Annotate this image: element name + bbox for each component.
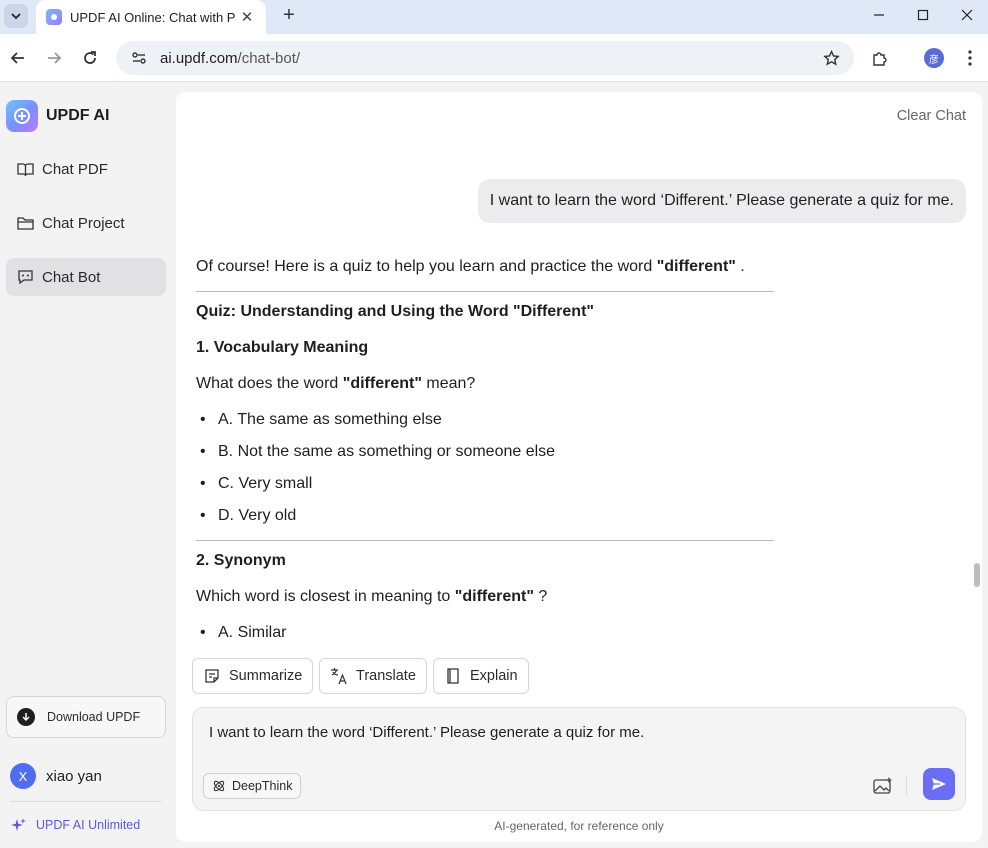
summarize-icon bbox=[203, 667, 221, 685]
browser-tab-bar: UPDF AI Online: Chat with PDF ✕ + bbox=[0, 0, 988, 34]
tab-search-button[interactable] bbox=[4, 4, 28, 28]
disclaimer-text: AI-generated, for reference only bbox=[494, 819, 664, 833]
question-1-heading: 1. Vocabulary Meaning bbox=[196, 339, 369, 356]
forward-button[interactable] bbox=[42, 46, 66, 70]
clear-chat-button[interactable]: Clear Chat bbox=[897, 108, 966, 124]
updf-ai-unlimited-link[interactable]: UPDF AI Unlimited bbox=[10, 817, 140, 833]
arrow-right-icon bbox=[48, 52, 62, 64]
maximize-button[interactable] bbox=[900, 0, 946, 30]
book-open-icon bbox=[16, 160, 34, 178]
deepthink-toggle[interactable]: DeepThink bbox=[203, 773, 302, 799]
divider bbox=[10, 801, 162, 802]
browser-menu-icon[interactable] bbox=[958, 46, 982, 70]
minimize-button[interactable] bbox=[856, 0, 902, 30]
chevron-down-icon bbox=[11, 13, 21, 20]
book-icon bbox=[444, 667, 462, 685]
folder-icon bbox=[16, 214, 34, 232]
updf-favicon-icon bbox=[46, 9, 62, 25]
address-bar[interactable]: ai.updf.com/chat-bot/ bbox=[116, 41, 854, 75]
summarize-button[interactable]: Summarize bbox=[192, 658, 314, 694]
minimize-icon bbox=[874, 14, 884, 16]
explain-button[interactable]: Explain bbox=[433, 658, 529, 694]
browser-toolbar: ai.updf.com/chat-bot/ 彦 bbox=[0, 34, 988, 82]
sparkle-icon bbox=[10, 817, 26, 833]
translate-button[interactable]: Translate bbox=[319, 658, 427, 694]
profile-avatar[interactable]: 彦 bbox=[924, 48, 944, 68]
assistant-answer: Of course! Here is a quiz to help you le… bbox=[196, 256, 776, 646]
question-1-text: What does the word "different" mean? bbox=[196, 375, 476, 392]
page: UPDF AI Chat PDF Chat Project Chat Bot D… bbox=[0, 82, 988, 848]
close-window-button[interactable] bbox=[944, 0, 988, 30]
user-account[interactable]: X xiao yan bbox=[10, 763, 102, 789]
browser-tab[interactable]: UPDF AI Online: Chat with PDF ✕ bbox=[36, 0, 266, 34]
image-upload-icon[interactable] bbox=[871, 774, 895, 798]
reload-icon bbox=[84, 51, 96, 64]
bookmark-star-icon[interactable] bbox=[820, 47, 842, 69]
new-tab-button[interactable]: + bbox=[278, 4, 300, 26]
reload-button[interactable] bbox=[78, 46, 102, 70]
sidebar-item-label: Chat PDF bbox=[42, 160, 108, 178]
message-composer: I want to learn the word ‘Different.’ Pl… bbox=[192, 707, 966, 811]
chat-panel: Clear Chat I want to learn the word ‘Dif… bbox=[176, 92, 982, 842]
translate-icon bbox=[330, 667, 348, 685]
download-label: Download UPDF bbox=[47, 710, 141, 724]
avatar: X bbox=[10, 763, 36, 789]
tab-title: UPDF AI Online: Chat with PDF bbox=[70, 9, 236, 25]
user-message-bubble: I want to learn the word ‘Different.’ Pl… bbox=[477, 179, 966, 223]
question-2-heading: 2. Synonym bbox=[196, 552, 286, 569]
brand-name: UPDF AI bbox=[46, 107, 110, 124]
sidebar-item-chat-bot[interactable]: Chat Bot bbox=[6, 258, 166, 296]
translate-label: Translate bbox=[356, 668, 416, 684]
back-button[interactable] bbox=[6, 46, 30, 70]
quiz-title: Quiz: Understanding and Using the Word "… bbox=[196, 303, 594, 320]
send-button[interactable] bbox=[923, 768, 955, 800]
atom-icon bbox=[212, 779, 226, 793]
arrow-left-icon bbox=[10, 52, 24, 64]
download-icon bbox=[17, 708, 35, 726]
deepthink-label: DeepThink bbox=[232, 779, 293, 793]
extensions-puzzle-icon[interactable] bbox=[868, 46, 892, 70]
tab-close-icon[interactable]: ✕ bbox=[238, 8, 256, 26]
brand[interactable]: UPDF AI bbox=[6, 100, 109, 132]
maximize-icon bbox=[917, 9, 929, 21]
explain-label: Explain bbox=[470, 668, 518, 684]
updf-logo-icon bbox=[6, 100, 38, 132]
user-name: xiao yan bbox=[46, 767, 102, 785]
divider bbox=[196, 540, 774, 541]
divider bbox=[196, 291, 774, 292]
summarize-label: Summarize bbox=[229, 668, 303, 684]
list-item: C. Very small bbox=[196, 475, 312, 493]
sidebar-item-chat-project[interactable]: Chat Project bbox=[6, 204, 166, 242]
list-item: D. Very old bbox=[196, 507, 296, 525]
site-info-icon[interactable] bbox=[128, 47, 150, 69]
sidebar-item-label: Chat Project bbox=[42, 214, 125, 232]
close-icon bbox=[961, 9, 973, 21]
send-icon bbox=[932, 778, 946, 790]
list-item: A. Similar bbox=[196, 624, 286, 642]
sidebar-item-chat-pdf[interactable]: Chat PDF bbox=[6, 150, 166, 188]
message-input[interactable]: I want to learn the word ‘Different.’ Pl… bbox=[209, 724, 644, 741]
download-updf-button[interactable]: Download UPDF bbox=[6, 696, 166, 738]
question-2-text: Which word is closest in meaning to "dif… bbox=[196, 588, 548, 605]
chat-bot-icon bbox=[16, 268, 34, 286]
sidebar: UPDF AI Chat PDF Chat Project Chat Bot D… bbox=[0, 82, 176, 848]
sidebar-item-label: Chat Bot bbox=[42, 268, 101, 286]
divider bbox=[906, 776, 907, 796]
scrollbar-thumb[interactable] bbox=[974, 563, 980, 587]
list-item: A. The same as something else bbox=[196, 411, 442, 429]
answer-intro: Of course! Here is a quiz to help you le… bbox=[196, 258, 745, 275]
url-text: ai.updf.com/chat-bot/ bbox=[160, 49, 301, 67]
list-item: B. Not the same as something or someone … bbox=[196, 443, 555, 461]
unlimited-label: UPDF AI Unlimited bbox=[36, 818, 141, 832]
